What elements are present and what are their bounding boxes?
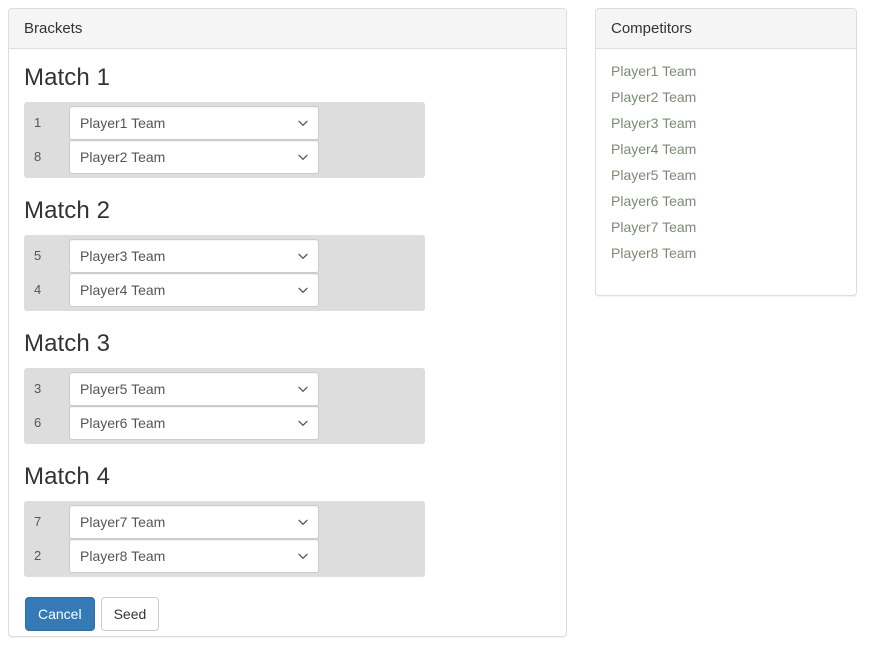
chevron-down-icon — [297, 383, 309, 395]
list-item: Player7 Team — [611, 219, 841, 236]
list-item: Player3 Team — [611, 115, 841, 132]
form-actions: Cancel Seed — [24, 597, 551, 631]
competitor-select-value: Player8 Team — [80, 548, 166, 564]
chevron-down-icon — [297, 417, 309, 429]
competitors-panel: Competitors Player1 Team Player2 Team Pl… — [595, 8, 857, 296]
competitor-select[interactable]: Player1 Team — [69, 106, 319, 140]
competitor-select[interactable]: Player8 Team — [69, 539, 319, 573]
brackets-panel-heading: Brackets — [9, 9, 566, 49]
seed-number: 5 — [34, 248, 42, 263]
seed-number: 7 — [34, 514, 42, 529]
match-title-1: Match 1 — [24, 64, 111, 91]
competitor-select[interactable]: Player5 Team — [69, 372, 319, 406]
match-block-3: 3 Player5 Team 6 Player6 Team — [24, 368, 425, 444]
match-block-1: 1 Player1 Team 8 Player2 Team — [24, 102, 425, 178]
competitor-list: Player1 Team Player2 Team Player3 Team P… — [611, 63, 841, 262]
chevron-down-icon — [297, 250, 309, 262]
competitor-select[interactable]: Player4 Team — [69, 273, 319, 307]
competitor-select-value: Player1 Team — [80, 115, 166, 131]
match-title-2: Match 2 — [24, 197, 111, 224]
competitor-select[interactable]: Player3 Team — [69, 239, 319, 273]
list-item: Player6 Team — [611, 193, 841, 210]
seed-row: 3 Player5 Team — [24, 372, 425, 406]
competitor-select-value: Player4 Team — [80, 282, 166, 298]
chevron-down-icon — [297, 284, 309, 296]
seed-number: 4 — [34, 282, 42, 297]
match-block-2: 5 Player3 Team 4 Player4 Team — [24, 235, 425, 311]
cancel-button[interactable]: Cancel — [25, 597, 95, 631]
competitor-select-value: Player5 Team — [80, 381, 166, 397]
competitor-link[interactable]: Player8 Team — [611, 245, 696, 261]
competitor-select-value: Player7 Team — [80, 514, 166, 530]
seed-number: 1 — [34, 115, 42, 130]
competitor-link[interactable]: Player2 Team — [611, 89, 696, 105]
seed-number: 2 — [34, 548, 42, 563]
list-item: Player2 Team — [611, 89, 841, 106]
seed-number: 6 — [34, 415, 42, 430]
seed-button[interactable]: Seed — [100, 597, 160, 631]
competitor-link[interactable]: Player6 Team — [611, 193, 696, 209]
competitors-panel-heading: Competitors — [596, 9, 856, 49]
seed-row: 7 Player7 Team — [24, 505, 425, 539]
competitor-link[interactable]: Player5 Team — [611, 167, 696, 183]
competitor-link[interactable]: Player4 Team — [611, 141, 696, 157]
match-title-3: Match 3 — [24, 330, 111, 357]
competitor-select[interactable]: Player6 Team — [69, 406, 319, 440]
seed-row: 1 Player1 Team — [24, 106, 425, 140]
chevron-down-icon — [297, 516, 309, 528]
seed-number: 8 — [34, 149, 42, 164]
competitor-link[interactable]: Player7 Team — [611, 219, 696, 235]
seed-row: 5 Player3 Team — [24, 239, 425, 273]
brackets-panel-title: Brackets — [24, 20, 83, 37]
brackets-panel: Brackets Match 1 1 Player1 Team 8 Player… — [8, 8, 567, 637]
chevron-down-icon — [297, 151, 309, 163]
competitor-select-value: Player2 Team — [80, 149, 166, 165]
list-item: Player4 Team — [611, 141, 841, 158]
list-item: Player8 Team — [611, 245, 841, 262]
seed-brackets-page: Brackets Match 1 1 Player1 Team 8 Player… — [0, 0, 869, 648]
competitor-select[interactable]: Player7 Team — [69, 505, 319, 539]
match-title-4: Match 4 — [24, 463, 111, 490]
chevron-down-icon — [297, 117, 309, 129]
seed-row: 6 Player6 Team — [24, 406, 425, 440]
seed-row: 2 Player8 Team — [24, 539, 425, 573]
seed-row: 4 Player4 Team — [24, 273, 425, 307]
chevron-down-icon — [297, 550, 309, 562]
competitor-select-value: Player6 Team — [80, 415, 166, 431]
match-block-4: 7 Player7 Team 2 Player8 Team — [24, 501, 425, 577]
competitors-panel-body: Player1 Team Player2 Team Player3 Team P… — [596, 49, 856, 277]
competitor-link[interactable]: Player1 Team — [611, 63, 696, 79]
list-item: Player1 Team — [611, 63, 841, 80]
seed-number: 3 — [34, 381, 42, 396]
list-item: Player5 Team — [611, 167, 841, 184]
competitors-panel-title: Competitors — [611, 20, 692, 37]
competitor-select-value: Player3 Team — [80, 248, 166, 264]
brackets-panel-body: Match 1 1 Player1 Team 8 Player2 Team Ma… — [9, 49, 566, 643]
competitor-link[interactable]: Player3 Team — [611, 115, 696, 131]
seed-row: 8 Player2 Team — [24, 140, 425, 174]
competitor-select[interactable]: Player2 Team — [69, 140, 319, 174]
